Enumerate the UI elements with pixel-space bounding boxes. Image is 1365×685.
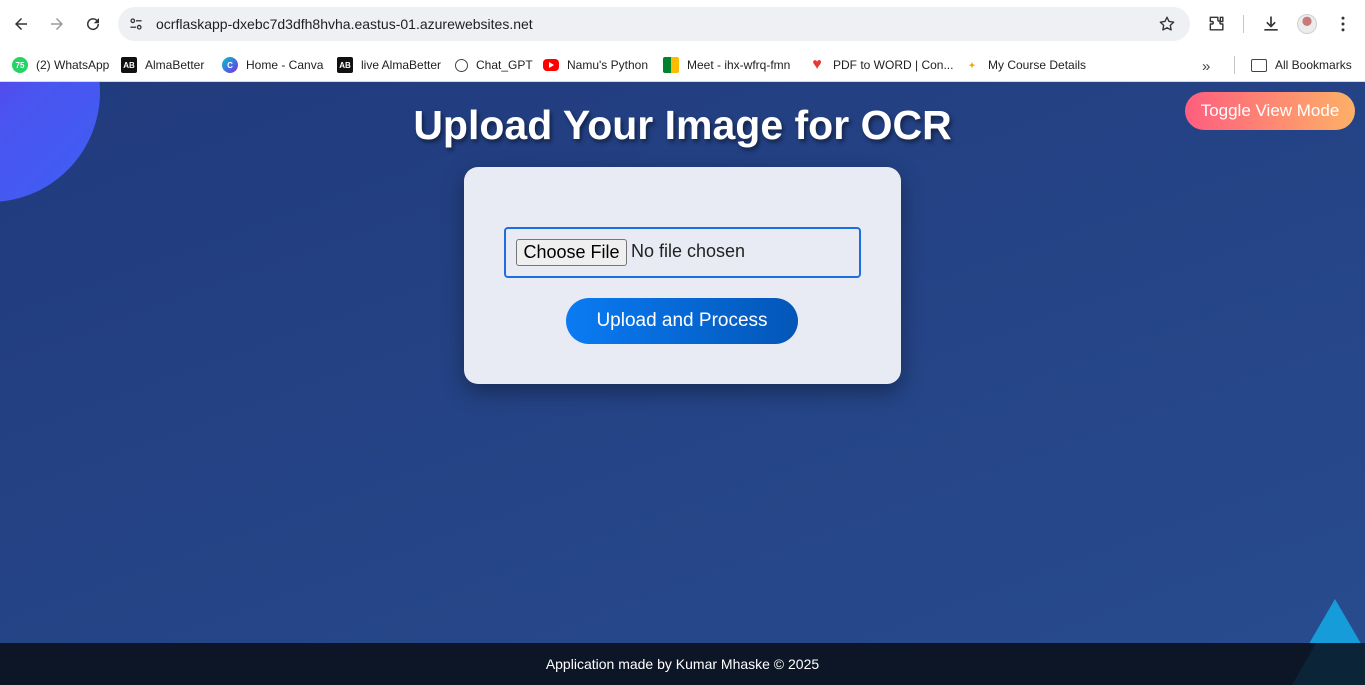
bookmark-canva[interactable]: C Home - Canva — [222, 54, 323, 76]
toolbar-divider — [1243, 15, 1244, 33]
back-icon[interactable] — [9, 12, 33, 36]
almabetter-icon: AB — [337, 57, 353, 73]
canva-icon: C — [222, 57, 238, 73]
bookmark-meet[interactable]: Meet - ihx-wfrq-fmn — [663, 54, 790, 76]
bookmark-almabetter[interactable]: AB AlmaBetter — [121, 54, 204, 76]
upload-card: Choose File No file chosen Upload and Pr… — [464, 167, 901, 384]
star-icon[interactable] — [1158, 15, 1176, 33]
forward-icon[interactable] — [45, 12, 69, 36]
download-icon[interactable] — [1260, 13, 1282, 35]
extensions-icon[interactable] — [1206, 13, 1228, 35]
bookmark-label: (2) WhatsApp — [36, 58, 110, 72]
course-icon: ✦ — [968, 60, 976, 70]
bookmark-label: Namu's Python — [567, 58, 648, 72]
page-body: Toggle View Mode Upload Your Image for O… — [0, 82, 1365, 685]
bookmark-label: Home - Canva — [246, 58, 324, 72]
bookmark-label: Meet - ihx-wfrq-fmn — [687, 58, 791, 72]
almabetter-icon: AB — [121, 57, 137, 73]
footer: Application made by Kumar Mhaske © 2025 — [0, 643, 1365, 685]
bookmark-pdf-to-word[interactable]: PDF to WORD | Con... — [809, 54, 953, 76]
meet-icon — [663, 57, 679, 73]
url-text[interactable]: ocrflaskapp-dxebc7d3dfh8hvha.eastus-01.a… — [156, 16, 533, 32]
bookmarks-divider — [1234, 56, 1235, 74]
file-input[interactable]: Choose File No file chosen — [504, 227, 861, 278]
site-settings-icon[interactable] — [126, 14, 146, 34]
bookmark-label: AlmaBetter — [145, 58, 205, 72]
decorative-triangle-shadow — [1285, 643, 1365, 685]
bookmarks-bar: 75 (2) WhatsApp AB AlmaBetter C Home - C… — [0, 48, 1365, 82]
all-bookmarks[interactable]: All Bookmarks — [1251, 54, 1352, 76]
chatgpt-icon — [455, 58, 468, 72]
all-bookmarks-label: All Bookmarks — [1275, 58, 1352, 72]
address-bar[interactable]: ocrflaskapp-dxebc7d3dfh8hvha.eastus-01.a… — [118, 7, 1190, 41]
browser-toolbar: ocrflaskapp-dxebc7d3dfh8hvha.eastus-01.a… — [0, 0, 1365, 48]
bookmark-label: Chat_GPT — [476, 58, 533, 72]
menu-icon[interactable] — [1332, 13, 1354, 35]
youtube-icon — [543, 59, 559, 71]
choose-file-button[interactable]: Choose File — [516, 239, 627, 266]
bookmark-chatgpt[interactable]: Chat_GPT — [455, 54, 533, 76]
bookmark-label: live AlmaBetter — [361, 58, 442, 72]
footer-text: Application made by Kumar Mhaske © 2025 — [545, 656, 820, 672]
bookmark-label: PDF to WORD | Con... — [833, 58, 954, 72]
page-title: Upload Your Image for OCR — [413, 102, 952, 148]
bookmark-namus-python[interactable]: Namu's Python — [543, 54, 648, 76]
profile-avatar[interactable] — [1297, 14, 1317, 34]
pdf-icon — [809, 57, 825, 73]
bookmark-whatsapp[interactable]: 75 (2) WhatsApp — [12, 54, 109, 76]
bookmark-live-almabetter[interactable]: AB live AlmaBetter — [337, 54, 441, 76]
bookmark-my-course[interactable]: ✦ My Course Details — [964, 54, 1086, 76]
upload-and-process-button[interactable]: Upload and Process — [566, 298, 798, 344]
whatsapp-icon: 75 — [12, 57, 28, 73]
reload-icon[interactable] — [81, 12, 105, 36]
folder-icon — [1251, 58, 1267, 72]
chevron-double-right-icon[interactable]: » — [1202, 58, 1218, 75]
bookmark-label: My Course Details — [988, 58, 1087, 72]
file-status-text: No file chosen — [631, 241, 746, 261]
